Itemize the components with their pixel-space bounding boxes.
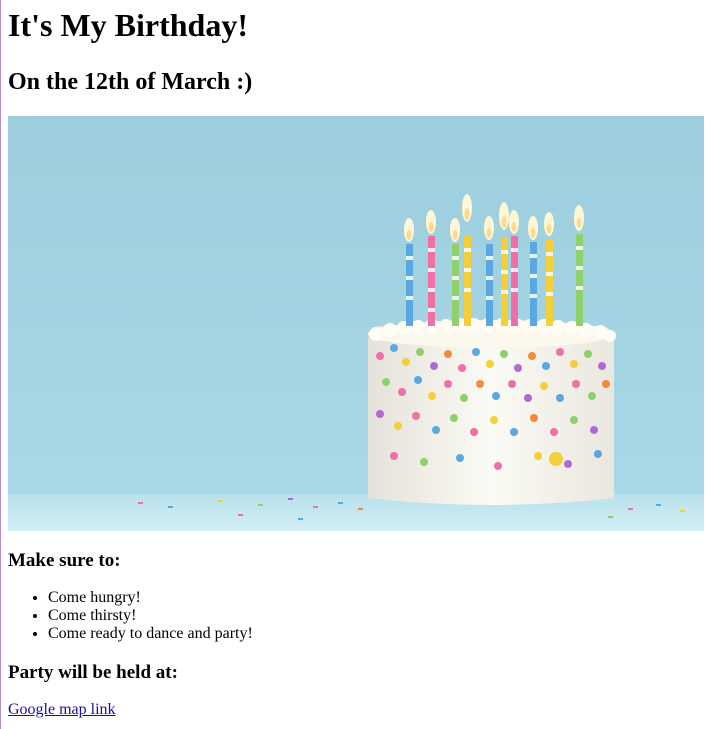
google-map-link[interactable]: Google map link [8,701,116,718]
list-item: Come ready to dance and party! [48,625,722,643]
location-paragraph: Google map link [8,701,722,719]
birthday-cake-image [8,116,704,531]
location-heading: Party will be held at: [8,662,178,683]
list-item: Come thirsty! [48,607,722,625]
page-title: It's My Birthday! [8,7,248,43]
list-item: Come hungry! [48,589,722,607]
page: It's My Birthday! On the 12th of March :… [1,0,722,719]
make-sure-heading: Make sure to: [8,550,121,571]
make-sure-list: Come hungry! Come thirsty! Come ready to… [8,589,722,643]
page-subtitle: On the 12th of March :) [8,69,253,95]
